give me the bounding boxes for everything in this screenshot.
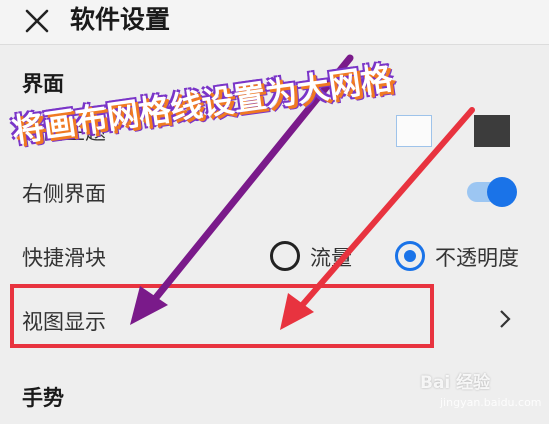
highlight-box [10,284,434,348]
right-panel-label: 右侧界面 [22,182,106,206]
annotation-banner: 将画布网格线设置为大网格 [9,58,395,150]
right-panel-toggle[interactable] [467,177,517,207]
radio-flow-label[interactable]: 流量 [310,242,352,272]
header-divider [0,44,549,45]
top-bar: 软件设置 [0,0,549,44]
radio-dot [404,250,416,262]
watermark: Bai 经验 [420,373,491,393]
page-title: 软件设置 [70,5,171,34]
radio-opacity-label[interactable]: 不透明度 [435,242,519,272]
radio-flow[interactable] [270,241,300,271]
theme-dark-swatch[interactable] [474,115,510,147]
interface-section-title: 界面 [22,72,64,96]
gesture-section-title: 手势 [22,386,64,410]
quick-slider-label: 快捷滑块 [22,246,106,270]
toggle-knob [487,177,517,207]
red-arrow-icon [295,107,475,313]
annotation-arrows [130,54,475,330]
chevron-right-icon[interactable] [497,306,513,332]
watermark-url: jingyan.baidu.com [440,396,542,409]
theme-light-swatch[interactable] [396,115,432,147]
close-icon[interactable] [22,6,52,36]
radio-opacity[interactable] [395,241,425,271]
